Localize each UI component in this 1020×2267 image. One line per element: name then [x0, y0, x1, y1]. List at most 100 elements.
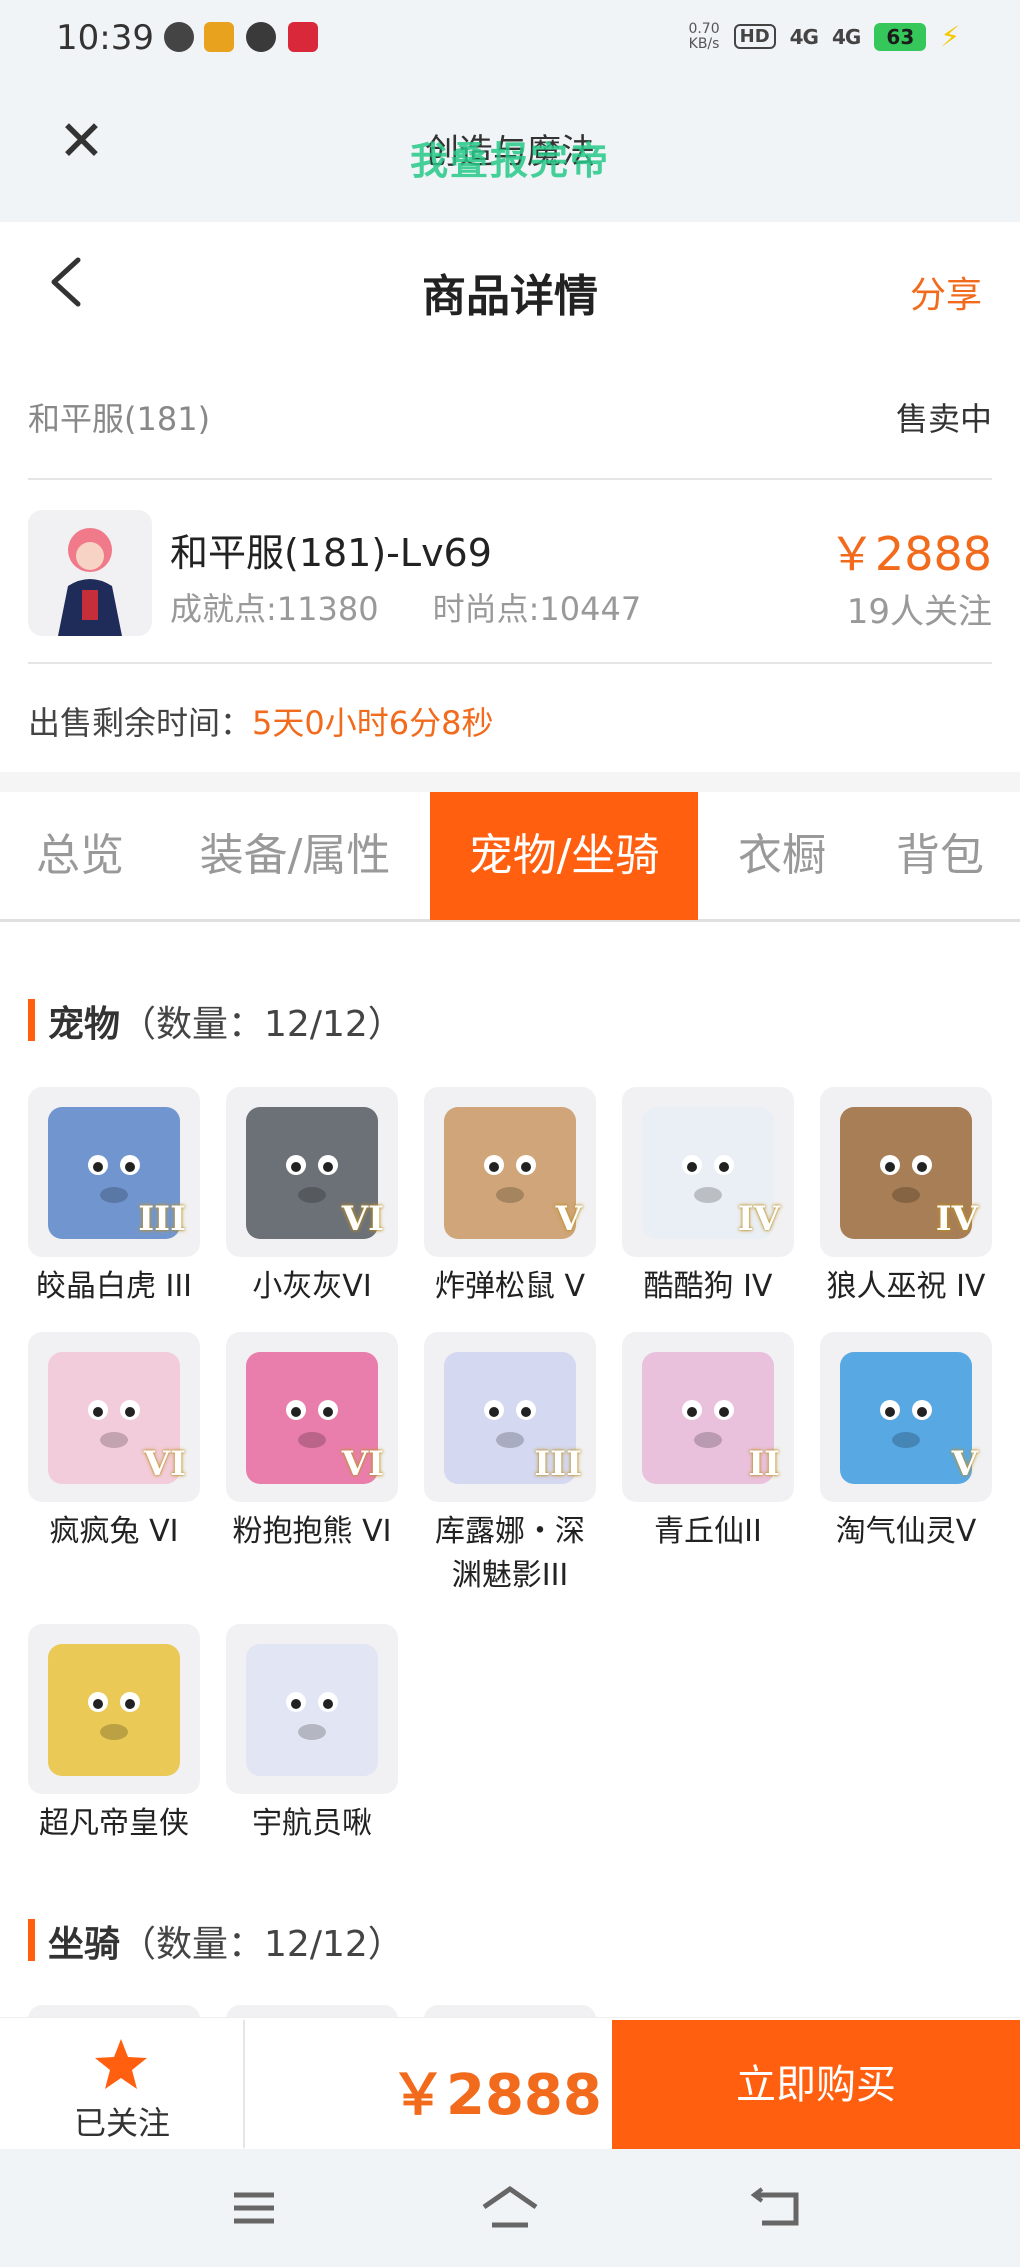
detail-tabs: 总览 装备/属性 宠物/坐骑 衣橱 背包 [0, 792, 1020, 922]
pet-rank: III [138, 1199, 186, 1239]
pet-thumbnail: III [28, 1087, 200, 1257]
pet-rank: VI [341, 1199, 384, 1239]
tab-backpack[interactable]: 背包 [870, 792, 1010, 920]
remaining-time-label: 出售剩余时间： [28, 704, 253, 742]
follow-label: 已关注 [73, 2104, 170, 2142]
pet-item[interactable]: VI 疯疯兔 VI [28, 1332, 200, 1554]
bottom-price: ￥2888 [390, 2063, 602, 2128]
tab-pets-mounts[interactable]: 宠物/坐骑 [430, 792, 698, 920]
section-divider [0, 772, 1020, 792]
pet-item[interactable]: VI 小灰灰VI [226, 1087, 398, 1309]
pet-thumbnail: IV [622, 1087, 794, 1257]
fashion-points: 时尚点:10447 [432, 590, 642, 628]
pet-thumbnail: VI [226, 1332, 398, 1502]
pet-rank: V [555, 1199, 582, 1239]
bottom-action-bar: 已关注 ￥2888 立即购买 [0, 2017, 1020, 2150]
pet-item[interactable]: III 皎晶白虎 III [28, 1087, 200, 1309]
system-nav-bar [0, 2149, 1020, 2267]
status-bar: 10:39 0.70 KB/s HD 4G 4G 63 ⚡ [0, 0, 1020, 80]
character-avatar [28, 510, 152, 636]
pet-label: 酷酷狗 IV [643, 1269, 773, 1304]
follow-button[interactable]: 已关注 [0, 2018, 244, 2150]
battery-icon: 63 [874, 22, 927, 51]
pet-thumbnail: V [424, 1087, 596, 1257]
pet-thumbnail: IV [820, 1087, 992, 1257]
divider [243, 2020, 245, 2148]
item-price: ￥2888 [828, 527, 992, 581]
app-notification-icon [164, 22, 194, 52]
menu-icon[interactable] [224, 2185, 284, 2231]
tab-wardrobe[interactable]: 衣橱 [712, 792, 852, 920]
remaining-time-row: 出售剩余时间：5天0小时6分8秒 [28, 664, 992, 772]
pet-item[interactable]: V 炸弹松鼠 V [424, 1087, 596, 1309]
pet-label: 狼人巫祝 IV [826, 1269, 986, 1304]
pet-item[interactable]: VI 粉抱抱熊 VI [226, 1332, 398, 1554]
charging-icon: ⚡ [940, 20, 960, 53]
pet-label: 超凡帝皇侠 [39, 1806, 189, 1841]
webview-header: ✕ 创造与魔法 我叠报完帝 [0, 80, 1020, 222]
pets-title: 宠物 [48, 1004, 121, 1045]
mounts-count: （数量：12/12） [120, 1924, 404, 1965]
pet-rank: V [951, 1444, 978, 1484]
star-icon [95, 2039, 147, 2089]
pet-rank: III [534, 1444, 582, 1484]
page-header: 商品详情 分享 [0, 222, 1020, 352]
server-name: 和平服(181) [28, 400, 211, 438]
home-icon[interactable] [480, 2185, 540, 2231]
pet-label: 粉抱抱熊 VI [232, 1514, 392, 1549]
item-summary[interactable]: 和平服(181)-Lv69 成就点:11380 时尚点:10447 ￥2888 1… [28, 480, 992, 664]
page-title: 商品详情 [422, 271, 598, 322]
back-icon[interactable] [748, 2185, 808, 2231]
pet-item[interactable]: II 青丘仙II [622, 1332, 794, 1554]
pet-item[interactable]: IV 酷酷狗 IV [622, 1087, 794, 1309]
server-row: 和平服(181) 售卖中 [28, 352, 992, 480]
signal-icon: 4G [789, 24, 819, 49]
pet-label: 小灰灰VI [252, 1269, 372, 1304]
pet-thumbnail [226, 1624, 398, 1794]
overlay-text: 我叠报完帝 [409, 139, 610, 183]
pet-rank: IV [737, 1199, 780, 1239]
camera-app-icon [204, 22, 234, 52]
pet-rank: VI [143, 1444, 186, 1484]
buy-now-button[interactable]: 立即购买 [612, 2020, 1020, 2150]
achievement-points: 成就点:11380 [170, 590, 379, 628]
pet-thumbnail: VI [226, 1087, 398, 1257]
share-button[interactable]: 分享 [910, 266, 982, 318]
pet-item[interactable]: V 淘气仙灵V [820, 1332, 992, 1554]
pet-thumbnail: III [424, 1332, 596, 1502]
pet-item[interactable]: IV 狼人巫祝 IV [820, 1087, 992, 1309]
pet-label: 青丘仙II [654, 1514, 762, 1549]
pet-item[interactable]: III 库露娜・深渊魅影III [424, 1332, 596, 1598]
network-speed: 0.70 KB/s [688, 20, 720, 52]
pet-item[interactable]: 宇航员啾 [226, 1624, 398, 1846]
pet-image [246, 1644, 378, 1776]
section-accent-bar [28, 999, 35, 1041]
item-stats: 成就点:11380 时尚点:10447 [170, 584, 641, 630]
pet-item[interactable]: 超凡帝皇侠 [28, 1624, 200, 1846]
game-app-icon [288, 22, 318, 52]
pet-label: 宇航员啾 [252, 1806, 372, 1841]
tab-equipment[interactable]: 装备/属性 [175, 792, 415, 920]
pet-image [48, 1644, 180, 1776]
pet-label: 炸弹松鼠 V [434, 1269, 586, 1304]
pet-thumbnail: VI [28, 1332, 200, 1502]
pet-thumbnail: II [622, 1332, 794, 1502]
pet-rank: IV [935, 1199, 978, 1239]
video-app-icon [246, 22, 276, 52]
pet-rank: VI [341, 1444, 384, 1484]
pet-label: 淘气仙灵V [835, 1514, 977, 1549]
mounts-title: 坐骑 [48, 1924, 121, 1965]
pet-label: 皎晶白虎 III [35, 1269, 193, 1304]
pet-label: 库露娜・深渊魅影III [435, 1514, 585, 1593]
tab-overview[interactable]: 总览 [0, 792, 160, 920]
section-accent-bar [28, 1919, 35, 1961]
follower-count: 19人关注 [846, 592, 992, 632]
pet-thumbnail: V [820, 1332, 992, 1502]
item-name: 和平服(181)-Lv69 [170, 531, 492, 575]
hd-icon: HD [733, 24, 776, 49]
status-time: 10:39 [56, 18, 154, 58]
signal-icon: 4G [831, 24, 861, 49]
remaining-time-value: 5天0小时6分8秒 [252, 704, 494, 742]
pet-label: 疯疯兔 VI [49, 1514, 179, 1549]
sale-status: 售卖中 [895, 400, 992, 438]
